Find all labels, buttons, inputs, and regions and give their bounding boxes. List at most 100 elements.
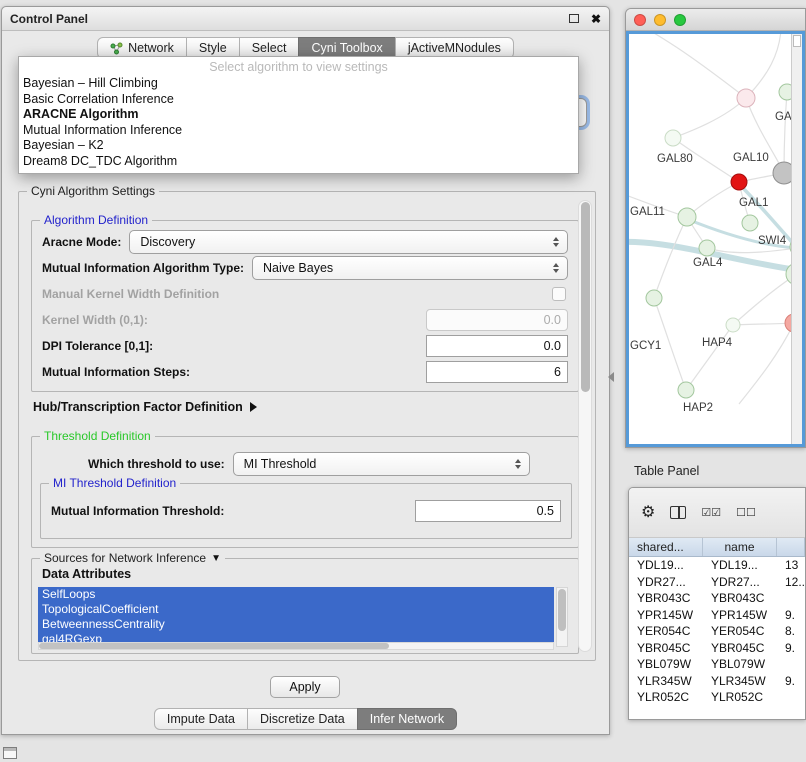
- mi-threshold-field[interactable]: 0.5: [415, 500, 561, 522]
- tab-label: Cyni Toolbox: [311, 41, 382, 55]
- kernel-width-field: 0.0: [426, 309, 568, 331]
- network-node[interactable]: [699, 240, 715, 256]
- algorithm-placeholder: Select algorithm to view settings: [19, 59, 578, 76]
- table-cell: YPR145W: [703, 608, 777, 622]
- gear-icon[interactable]: ⚙: [641, 505, 655, 521]
- algorithm-option[interactable]: Mutual Information Inference: [19, 123, 578, 139]
- which-threshold-row: Which threshold to use: MI Threshold: [88, 451, 530, 477]
- attribute-item-selected[interactable]: SelfLoops: [38, 587, 554, 602]
- restore-panel-icon[interactable]: [3, 747, 17, 759]
- panel-collapse-handle[interactable]: [608, 372, 614, 382]
- table-row[interactable]: YPR145W YPR145W 9.: [629, 607, 805, 624]
- network-node[interactable]: [773, 162, 793, 184]
- algorithm-option[interactable]: Bayesian – Hill Climbing: [19, 76, 578, 92]
- mac-minimize-button[interactable]: [654, 14, 666, 26]
- algorithm-option[interactable]: Bayesian – K2: [19, 138, 578, 154]
- close-icon[interactable]: ✖: [591, 12, 601, 26]
- mac-zoom-button[interactable]: [674, 14, 686, 26]
- manual-kernel-row: Manual Kernel Width Definition: [42, 281, 568, 307]
- network-node-selected[interactable]: [731, 174, 747, 190]
- scroll-up-icon[interactable]: [793, 35, 801, 47]
- settings-vertical-scrollbar[interactable]: [578, 200, 592, 652]
- table-row[interactable]: YBL079W YBL079W: [629, 656, 805, 673]
- which-threshold-select[interactable]: MI Threshold: [233, 452, 530, 476]
- hub-section-label: Hub/Transcription Factor Definition: [33, 400, 243, 414]
- tab-infer-network[interactable]: Infer Network: [357, 708, 457, 730]
- aracne-mode-select[interactable]: Discovery: [129, 230, 568, 254]
- deselect-all-icon[interactable]: ☐☐: [736, 506, 756, 519]
- node-label-hap2: HAP2: [683, 402, 713, 414]
- table-cell: YBR043C: [703, 591, 777, 605]
- network-node[interactable]: [665, 130, 681, 146]
- network-node[interactable]: [678, 382, 694, 398]
- data-attributes-label: Data Attributes: [42, 567, 131, 581]
- network-node[interactable]: [726, 318, 740, 332]
- table-cell: 9.: [777, 674, 805, 688]
- column-header-shared-name[interactable]: shared...: [629, 538, 703, 556]
- network-node[interactable]: [678, 208, 696, 226]
- tab-impute-data[interactable]: Impute Data: [154, 708, 248, 730]
- settings-group-title: Cyni Algorithm Settings: [31, 184, 155, 198]
- table-cell: YPR145W: [629, 608, 703, 622]
- network-node[interactable]: [646, 290, 662, 306]
- network-edge: [707, 248, 793, 253]
- tab-discretize-data[interactable]: Discretize Data: [247, 708, 358, 730]
- table-cell: YBR045C: [703, 641, 777, 655]
- column-header-clipped[interactable]: [777, 538, 805, 556]
- control-panel-titlebar: Control Panel ✖: [2, 7, 609, 31]
- table-row[interactable]: YBR045C YBR045C 9.: [629, 640, 805, 657]
- table-cell: 13: [777, 558, 805, 572]
- table-row[interactable]: YLR052C YLR052C: [629, 689, 805, 706]
- mi-algorithm-select[interactable]: Naive Bayes: [252, 256, 568, 280]
- network-vertical-scrollbar[interactable]: [791, 34, 802, 444]
- triangle-right-icon: [250, 402, 257, 412]
- mi-threshold-row: Mutual Information Threshold: 0.5: [51, 498, 561, 524]
- mac-close-button[interactable]: [634, 14, 646, 26]
- columns-icon[interactable]: [670, 506, 686, 519]
- algorithm-option-selected[interactable]: ARACNE Algorithm: [19, 107, 578, 123]
- network-node[interactable]: [737, 89, 755, 107]
- node-label-hap4: HAP4: [702, 337, 733, 349]
- network-canvas[interactable]: GAL80 GAL10 GAL11 GAL1 SWI4 GAL4 GCY1 HA…: [629, 34, 791, 444]
- mi-steps-field[interactable]: 6: [426, 361, 568, 383]
- apply-button[interactable]: Apply: [270, 676, 340, 698]
- table-cell: 9.: [777, 608, 805, 622]
- dpi-tolerance-field[interactable]: 0.0: [426, 335, 568, 357]
- node-label-gal11: GAL11: [630, 206, 665, 218]
- dpi-tolerance-row: DPI Tolerance [0,1]: 0.0: [42, 333, 568, 359]
- table-cell: 12...: [777, 575, 805, 589]
- column-header-name[interactable]: name: [703, 538, 777, 556]
- tab-label: Network: [128, 41, 174, 55]
- aracne-mode-label: Aracne Mode:: [42, 235, 121, 249]
- hub-section-toggle[interactable]: Hub/Transcription Factor Definition: [33, 400, 257, 414]
- network-canvas-frame: GAL80 GAL10 GAL11 GAL1 SWI4 GAL4 GCY1 HA…: [626, 31, 805, 447]
- mi-threshold-definition-group: MI Threshold Definition Mutual Informati…: [40, 483, 572, 539]
- attributes-vertical-scrollbar[interactable]: [556, 587, 568, 647]
- algorithm-option[interactable]: Dream8 DC_TDC Algorithm: [19, 154, 578, 170]
- select-all-icon[interactable]: ☑☑: [701, 506, 721, 519]
- table-row[interactable]: YDR27... YDR27... 12...: [629, 574, 805, 591]
- algorithm-option[interactable]: Basic Correlation Inference: [19, 92, 578, 108]
- sources-group-toggle[interactable]: Sources for Network Inference ▼: [40, 551, 225, 565]
- scrollbar-thumb[interactable]: [558, 589, 566, 631]
- mi-algorithm-value: Naive Bayes: [263, 261, 333, 275]
- float-window-icon[interactable]: [569, 14, 579, 23]
- table-row[interactable]: YDL19... YDL19... 13: [629, 557, 805, 574]
- table-row[interactable]: YER054C YER054C 8.: [629, 623, 805, 640]
- attributes-horizontal-scrollbar[interactable]: [38, 642, 554, 650]
- which-threshold-label: Which threshold to use:: [88, 457, 225, 471]
- tab-label: Select: [252, 41, 287, 55]
- network-node[interactable]: [742, 215, 758, 231]
- network-edge: [686, 325, 733, 390]
- attribute-item-selected[interactable]: BetweennessCentrality: [38, 617, 554, 632]
- scrollbar-thumb[interactable]: [581, 202, 590, 392]
- table-row[interactable]: YBR043C YBR043C: [629, 590, 805, 607]
- mi-steps-value: 6: [554, 365, 561, 379]
- kernel-width-label: Kernel Width (0,1):: [42, 313, 148, 327]
- scrollbar-thumb[interactable]: [39, 643, 389, 649]
- table-cell: YER054C: [703, 624, 777, 638]
- attribute-item-selected[interactable]: TopologicalCoefficient: [38, 602, 554, 617]
- table-cell: YLR345W: [629, 674, 703, 688]
- table-row[interactable]: YLR345W YLR345W 9.: [629, 673, 805, 690]
- threshold-definition-group: Threshold Definition Which threshold to …: [31, 436, 579, 548]
